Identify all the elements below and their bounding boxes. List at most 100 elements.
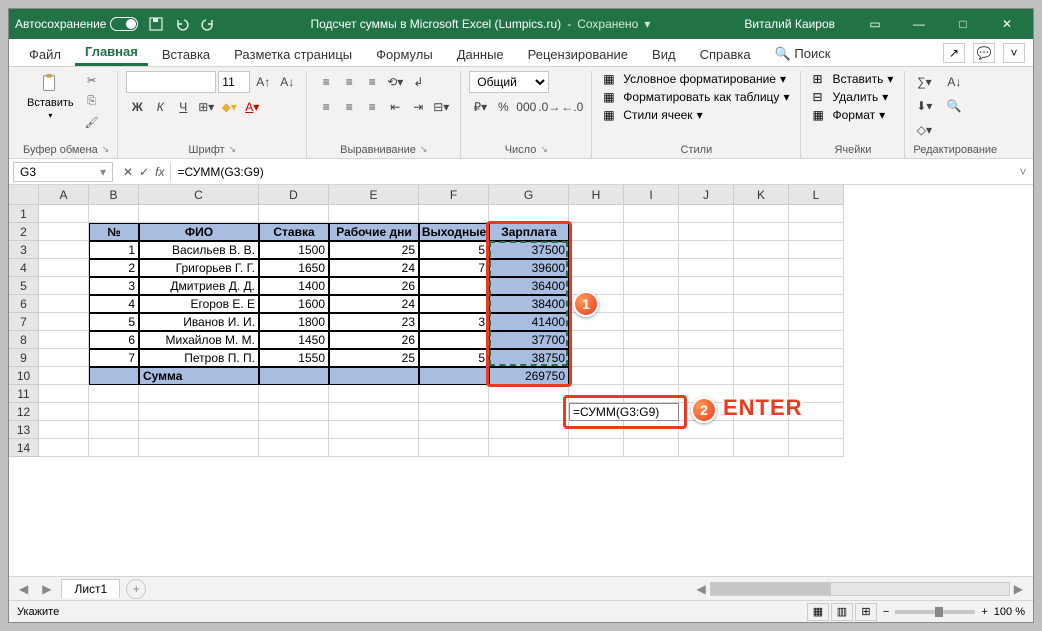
- cell[interactable]: [569, 223, 624, 241]
- cell[interactable]: Ставка: [259, 223, 329, 241]
- cell[interactable]: [789, 421, 844, 439]
- share-icon[interactable]: ↗: [943, 43, 965, 63]
- dialog-launcher-icon[interactable]: ↘: [540, 144, 548, 156]
- cell[interactable]: [789, 439, 844, 457]
- col-header-F[interactable]: F: [419, 185, 489, 205]
- confirm-formula-icon[interactable]: ✓: [139, 165, 149, 179]
- dialog-launcher-icon[interactable]: ↘: [102, 144, 110, 156]
- decrease-indent-icon[interactable]: ⇤: [384, 96, 406, 118]
- cell-styles-button[interactable]: ▦Стили ячеек ▾: [600, 107, 792, 123]
- cell[interactable]: [789, 295, 844, 313]
- cell[interactable]: [624, 223, 679, 241]
- delete-cells-button[interactable]: ⊟Удалить ▾: [809, 89, 896, 105]
- cell[interactable]: [39, 403, 89, 421]
- cell[interactable]: 1800: [259, 313, 329, 331]
- cell[interactable]: [734, 331, 789, 349]
- cell[interactable]: 39600: [489, 259, 569, 277]
- cell[interactable]: [734, 367, 789, 385]
- cell[interactable]: [39, 385, 89, 403]
- decrease-font-icon[interactable]: A↓: [276, 71, 298, 93]
- cell[interactable]: [569, 439, 624, 457]
- align-bottom-icon[interactable]: ≡: [361, 71, 383, 93]
- cell[interactable]: [679, 277, 734, 295]
- formula-input[interactable]: =СУММ(G3:G9): [170, 163, 1013, 181]
- cell[interactable]: [624, 367, 679, 385]
- normal-view-icon[interactable]: ▦: [807, 603, 829, 621]
- sheet-tab-1[interactable]: Лист1: [61, 579, 120, 598]
- cell[interactable]: 7: [89, 349, 139, 367]
- cell[interactable]: [734, 439, 789, 457]
- col-header-J[interactable]: J: [679, 185, 734, 205]
- cell[interactable]: [329, 205, 419, 223]
- cell[interactable]: 41400: [489, 313, 569, 331]
- zoom-level[interactable]: 100 %: [994, 606, 1025, 618]
- cell[interactable]: Егоров Е. Е: [139, 295, 259, 313]
- cell[interactable]: [139, 421, 259, 439]
- cell[interactable]: [624, 313, 679, 331]
- cell[interactable]: 1550: [259, 349, 329, 367]
- cell[interactable]: 3: [89, 277, 139, 295]
- borders-icon[interactable]: ⊞▾: [195, 96, 217, 118]
- worksheet[interactable]: ABCDEFGHIJKL 1234567891011121314 №ФИОСта…: [9, 185, 1033, 576]
- cell[interactable]: [679, 259, 734, 277]
- clear-icon[interactable]: ◇▾: [913, 119, 935, 141]
- minimize-icon[interactable]: —: [899, 13, 939, 35]
- redo-icon[interactable]: [200, 16, 216, 32]
- cell[interactable]: 4: [89, 295, 139, 313]
- tab-view[interactable]: Вид: [642, 43, 686, 66]
- cell[interactable]: [789, 349, 844, 367]
- cell[interactable]: [419, 403, 489, 421]
- italic-icon[interactable]: К: [149, 96, 171, 118]
- font-name-select[interactable]: [126, 71, 216, 93]
- horizontal-scrollbar[interactable]: [710, 582, 1010, 596]
- cell[interactable]: [624, 295, 679, 313]
- cell[interactable]: [734, 421, 789, 439]
- col-header-I[interactable]: I: [624, 185, 679, 205]
- cell[interactable]: 3: [419, 313, 489, 331]
- cell[interactable]: 25: [329, 349, 419, 367]
- cell[interactable]: [419, 439, 489, 457]
- cell[interactable]: [259, 439, 329, 457]
- comma-icon[interactable]: 000: [515, 96, 537, 118]
- cell[interactable]: [489, 421, 569, 439]
- cell[interactable]: 1: [89, 241, 139, 259]
- user-name[interactable]: Виталий Каиров: [744, 17, 835, 31]
- cell[interactable]: [329, 439, 419, 457]
- cell[interactable]: 5: [419, 349, 489, 367]
- cell[interactable]: [419, 385, 489, 403]
- cell[interactable]: [789, 367, 844, 385]
- toggle-switch-icon[interactable]: [110, 17, 138, 31]
- cell[interactable]: [39, 313, 89, 331]
- col-header-G[interactable]: G: [489, 185, 569, 205]
- cell[interactable]: [679, 205, 734, 223]
- zoom-in-icon[interactable]: +: [981, 606, 987, 618]
- cell[interactable]: [679, 241, 734, 259]
- cell[interactable]: [624, 259, 679, 277]
- cell[interactable]: [259, 421, 329, 439]
- cell[interactable]: [139, 403, 259, 421]
- cell[interactable]: [419, 277, 489, 295]
- cell[interactable]: [624, 439, 679, 457]
- cell[interactable]: 269750: [489, 367, 569, 385]
- dialog-launcher-icon[interactable]: ↘: [229, 144, 237, 156]
- cell[interactable]: [569, 367, 624, 385]
- row-header-4[interactable]: 4: [9, 259, 39, 277]
- format-as-table-button[interactable]: ▦Форматировать как таблицу ▾: [600, 89, 792, 105]
- tab-data[interactable]: Данные: [447, 43, 514, 66]
- fill-icon[interactable]: ⬇▾: [913, 95, 935, 117]
- cell[interactable]: [624, 205, 679, 223]
- cell[interactable]: [329, 403, 419, 421]
- cell[interactable]: [789, 313, 844, 331]
- cell[interactable]: [789, 241, 844, 259]
- zoom-out-icon[interactable]: −: [883, 606, 889, 618]
- comments-icon[interactable]: 💬: [973, 43, 995, 63]
- cell[interactable]: [139, 385, 259, 403]
- cell[interactable]: 1600: [259, 295, 329, 313]
- tab-insert[interactable]: Вставка: [152, 43, 220, 66]
- collapse-ribbon-icon[interactable]: ˅: [1003, 43, 1025, 63]
- formula-entry-cell[interactable]: =СУММ(G3:G9): [569, 403, 679, 421]
- cell[interactable]: [569, 259, 624, 277]
- cell[interactable]: [624, 331, 679, 349]
- row-header-10[interactable]: 10: [9, 367, 39, 385]
- cell[interactable]: [329, 385, 419, 403]
